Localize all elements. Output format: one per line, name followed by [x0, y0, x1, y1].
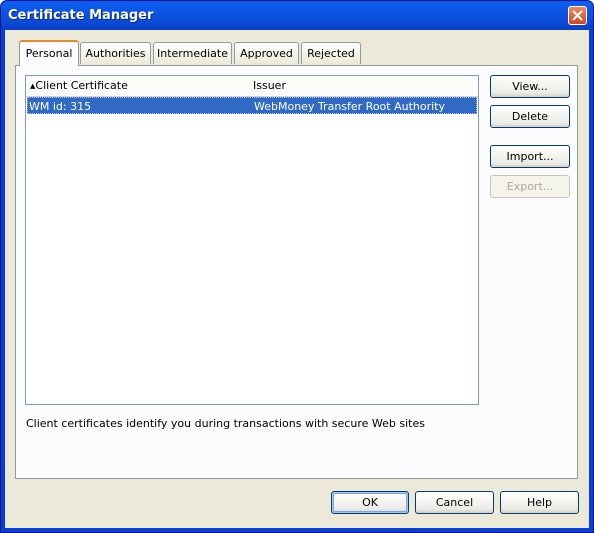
help-button[interactable]: Help: [500, 491, 579, 514]
tab-rejected[interactable]: Rejected: [301, 42, 361, 64]
list-header: ▲Client Certificate Issuer: [26, 76, 478, 97]
delete-button[interactable]: Delete: [490, 105, 570, 128]
certificate-manager-window: Certificate Manager Personal Authorities…: [0, 0, 594, 533]
tab-authorities[interactable]: Authorities: [80, 42, 151, 64]
tab-approved[interactable]: Approved: [234, 42, 299, 64]
dialog-body: Personal Authorities Intermediate Approv…: [5, 30, 589, 528]
column-header-label: Client Certificate: [35, 79, 128, 92]
export-button[interactable]: Export...: [490, 175, 570, 198]
window-title: Certificate Manager: [8, 8, 154, 23]
description-text: Client certificates identify you during …: [26, 417, 425, 430]
table-row[interactable]: WM id: 315 WebMoney Transfer Root Author…: [27, 97, 477, 114]
certificate-name-cell: WM id: 315: [29, 100, 92, 113]
cancel-button[interactable]: Cancel: [415, 491, 494, 514]
title-bar[interactable]: Certificate Manager: [1, 1, 593, 30]
column-header-client-certificate[interactable]: ▲Client Certificate: [30, 79, 128, 92]
certificate-list[interactable]: ▲Client Certificate Issuer WM id: 315 We…: [25, 75, 479, 405]
tab-personal[interactable]: Personal: [19, 40, 79, 66]
tab-intermediate[interactable]: Intermediate: [153, 42, 232, 64]
close-icon: [572, 10, 583, 21]
issuer-cell: WebMoney Transfer Root Authority: [254, 100, 446, 113]
close-button[interactable]: [568, 6, 587, 25]
import-button[interactable]: Import...: [490, 145, 570, 168]
ok-button[interactable]: OK: [331, 491, 409, 514]
column-header-issuer[interactable]: Issuer: [253, 79, 286, 92]
view-button[interactable]: View...: [490, 75, 570, 98]
tab-panel-personal: ▲Client Certificate Issuer WM id: 315 We…: [15, 65, 578, 479]
